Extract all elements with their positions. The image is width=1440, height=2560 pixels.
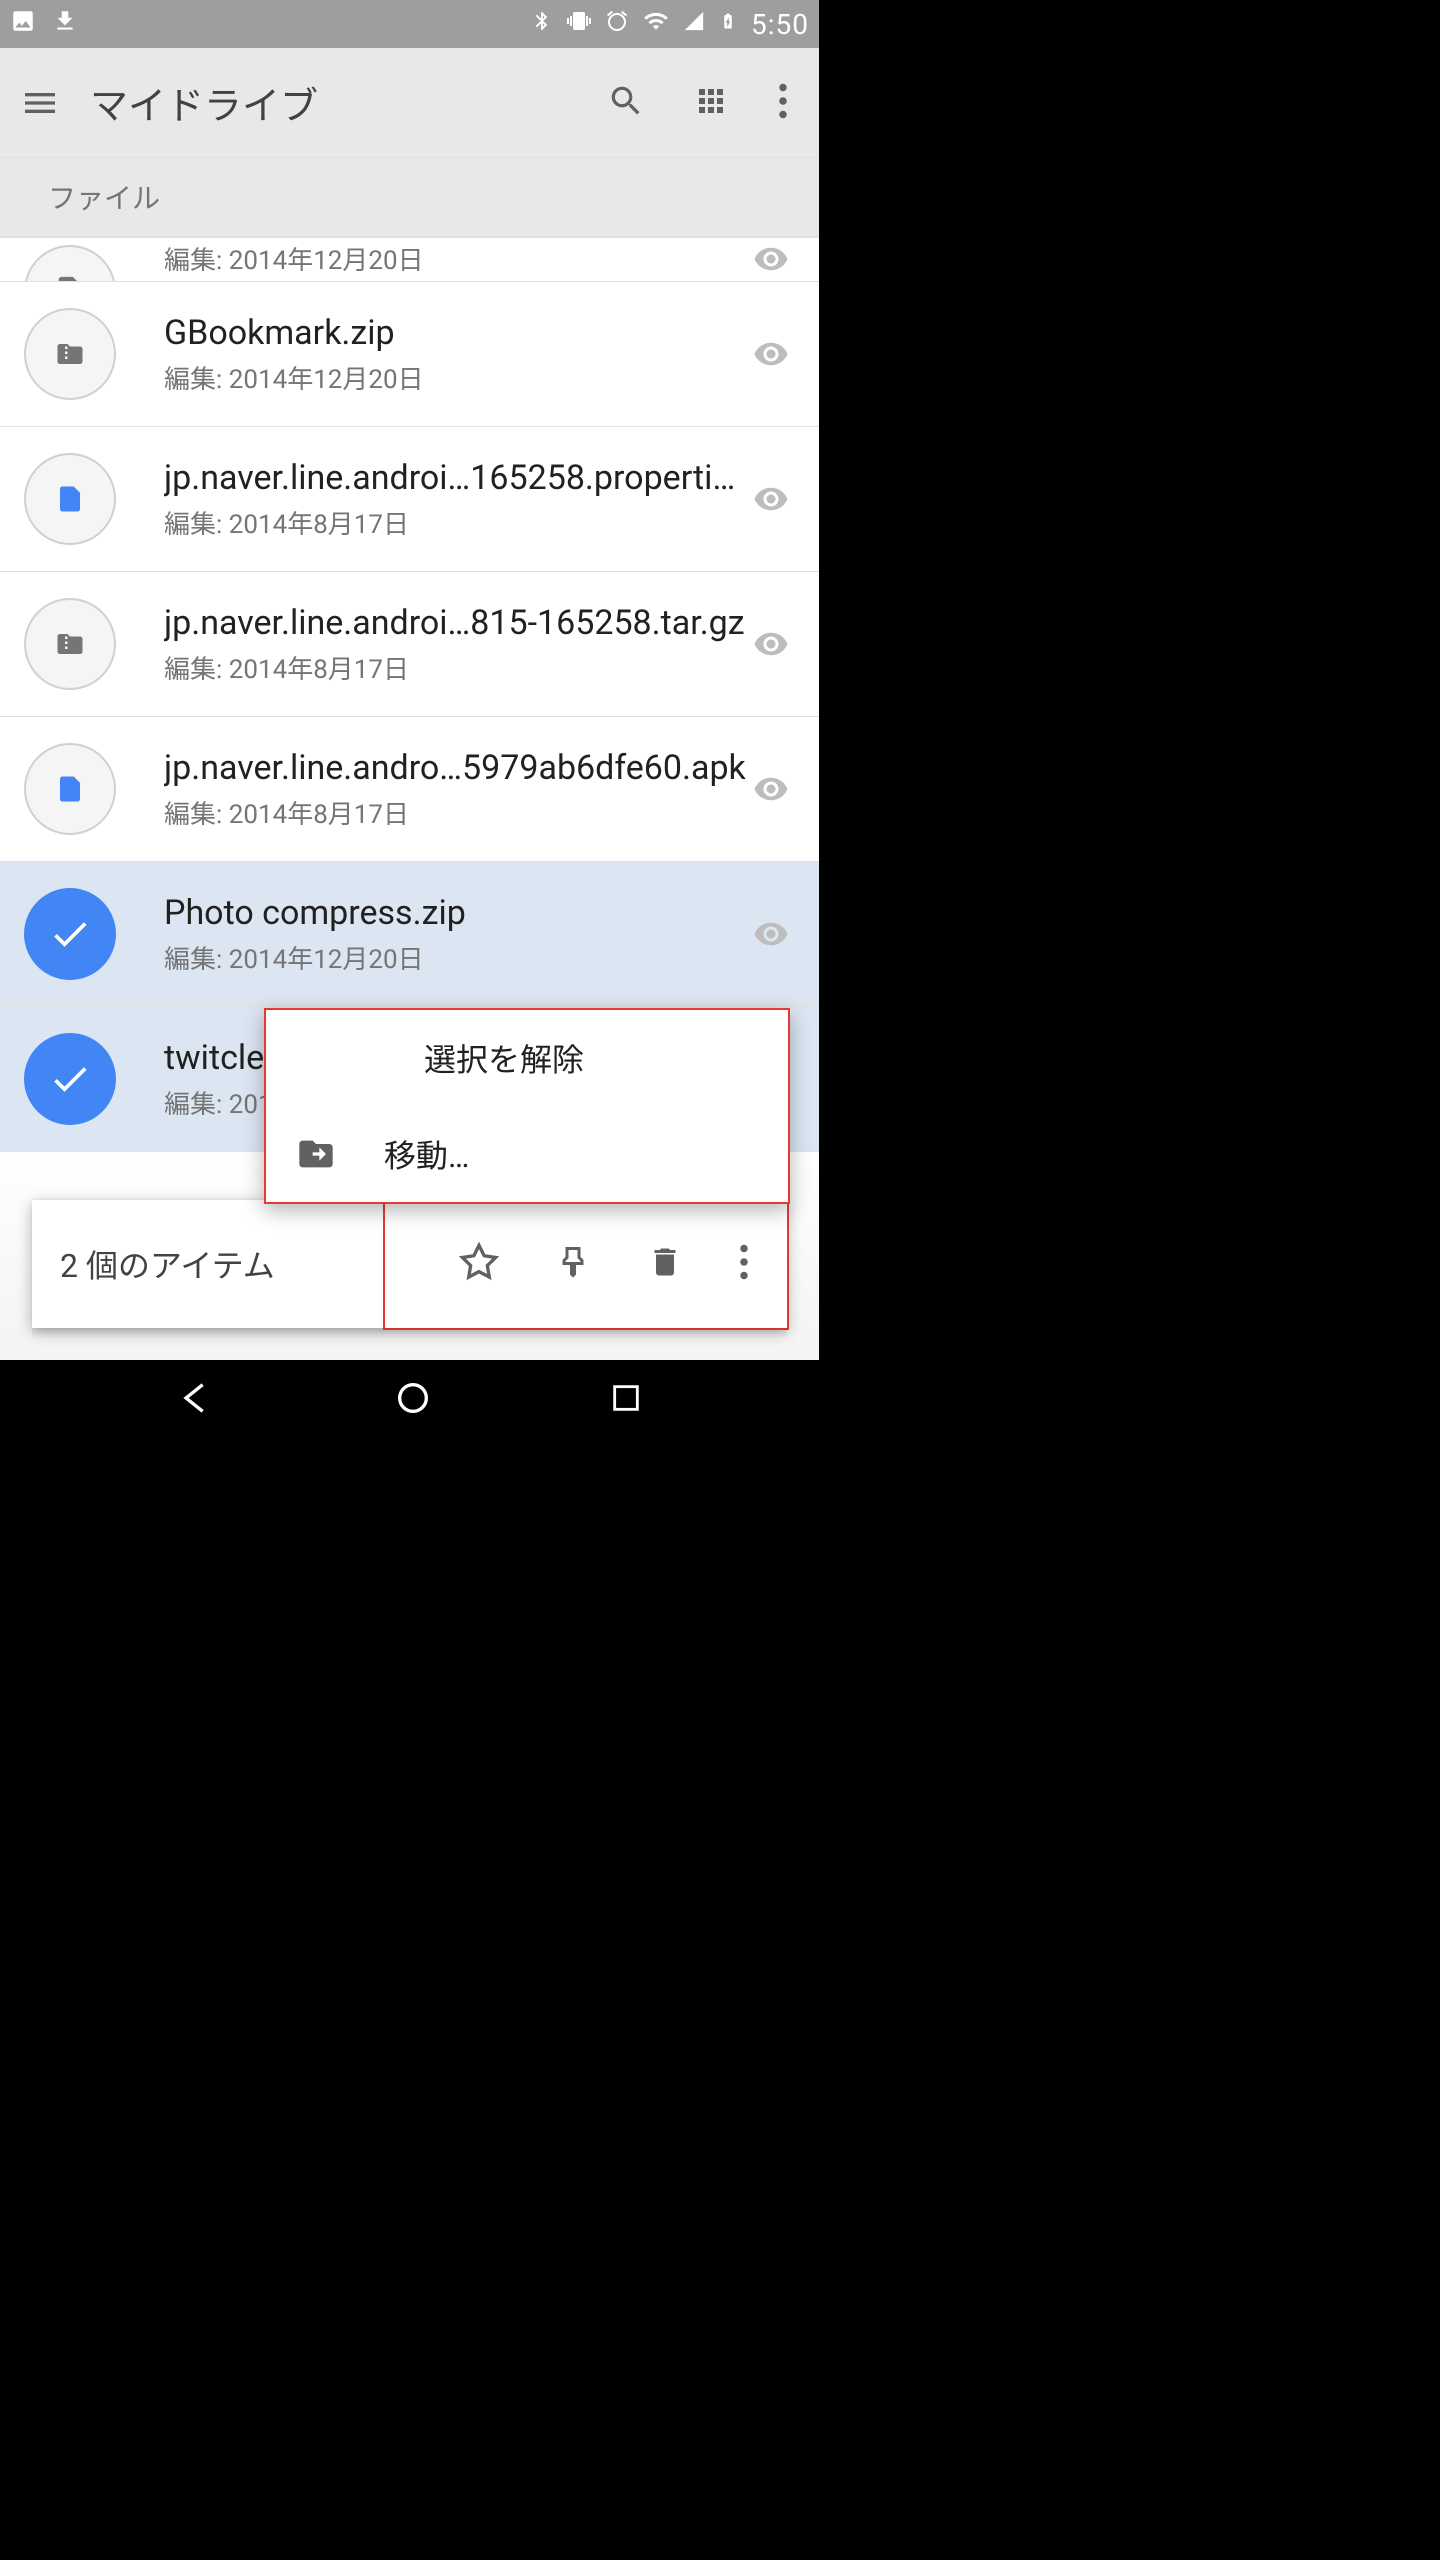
file-meta: 編集: 2014年12月20日: [164, 240, 747, 277]
menu-item-label: 移動…: [384, 1131, 469, 1177]
selection-count: 2 個のアイテム: [60, 1241, 459, 1287]
selected-check-icon[interactable]: [24, 888, 116, 980]
menu-item-deselect[interactable]: 選択を解除: [266, 1010, 788, 1106]
file-name: jp.naver.line.androi…165258.properties: [164, 458, 747, 498]
visibility-icon[interactable]: [747, 481, 795, 517]
android-nav-bar: [0, 1360, 819, 1440]
section-header: ファイル: [0, 158, 819, 238]
file-meta: 編集: 2014年12月20日: [164, 359, 747, 396]
file-meta: 編集: 2014年8月17日: [164, 504, 747, 541]
file-name: Photo compress.zip: [164, 893, 747, 933]
file-name: jp.naver.line.andro…5979ab6dfe60.apk: [164, 748, 747, 788]
section-label: ファイル: [48, 177, 160, 217]
context-menu: 選択を解除 移動…: [264, 1008, 790, 1204]
list-item[interactable]: 編集: 2014年12月20日: [0, 238, 819, 282]
file-name: GBookmark.zip: [164, 313, 747, 353]
file-meta: 編集: 2014年12月20日: [164, 939, 747, 976]
battery-icon: [719, 8, 737, 41]
list-item[interactable]: Photo compress.zip 編集: 2014年12月20日: [0, 862, 819, 1007]
visibility-icon[interactable]: [747, 626, 795, 662]
menu-item-move[interactable]: 移動…: [266, 1106, 788, 1202]
list-item[interactable]: jp.naver.line.androi…165258.properties 編…: [0, 427, 819, 572]
search-icon[interactable]: [607, 82, 645, 124]
grid-view-icon[interactable]: [693, 83, 729, 123]
file-meta: 編集: 2014年8月17日: [164, 649, 747, 686]
visibility-icon[interactable]: [747, 771, 795, 807]
overflow-icon[interactable]: [777, 83, 789, 123]
file-meta: 編集: 2014年8月17日: [164, 794, 747, 831]
bluetooth-icon: [531, 9, 553, 39]
back-button[interactable]: [176, 1378, 216, 1422]
file-name: jp.naver.line.androi…815-165258.tar.gz: [164, 603, 747, 643]
visibility-icon[interactable]: [747, 336, 795, 372]
visibility-icon[interactable]: [747, 241, 795, 277]
visibility-icon[interactable]: [747, 916, 795, 952]
home-button[interactable]: [393, 1378, 433, 1422]
alarm-icon: [605, 9, 629, 40]
list-item[interactable]: jp.naver.line.androi…815-165258.tar.gz 編…: [0, 572, 819, 717]
file-icon[interactable]: [24, 245, 116, 282]
photo-icon: [10, 8, 36, 41]
signal-icon: [683, 9, 705, 39]
trash-icon[interactable]: [647, 1244, 683, 1284]
vibrate-icon: [567, 9, 591, 40]
app-bar: マイドライブ: [0, 48, 819, 158]
file-icon[interactable]: [24, 453, 116, 545]
list-item[interactable]: jp.naver.line.andro…5979ab6dfe60.apk 編集:…: [0, 717, 819, 862]
list-item[interactable]: GBookmark.zip 編集: 2014年12月20日: [0, 282, 819, 427]
folder-move-icon: [296, 1134, 356, 1174]
star-icon[interactable]: [459, 1242, 499, 1286]
menu-icon[interactable]: [20, 83, 60, 123]
wifi-icon: [643, 8, 669, 41]
selection-action-bar: 2 個のアイテム: [32, 1200, 787, 1328]
page-title: マイドライブ: [90, 75, 607, 130]
status-clock: 5:50: [751, 8, 809, 41]
file-icon[interactable]: [24, 743, 116, 835]
zip-icon[interactable]: [24, 598, 116, 690]
zip-icon[interactable]: [24, 308, 116, 400]
status-bar: 5:50: [0, 0, 819, 48]
more-icon[interactable]: [739, 1244, 749, 1284]
menu-item-label: 選択を解除: [424, 1035, 584, 1081]
pin-icon[interactable]: [555, 1244, 591, 1284]
selected-check-icon[interactable]: [24, 1033, 116, 1125]
download-icon: [52, 8, 78, 41]
recents-button[interactable]: [609, 1381, 643, 1419]
